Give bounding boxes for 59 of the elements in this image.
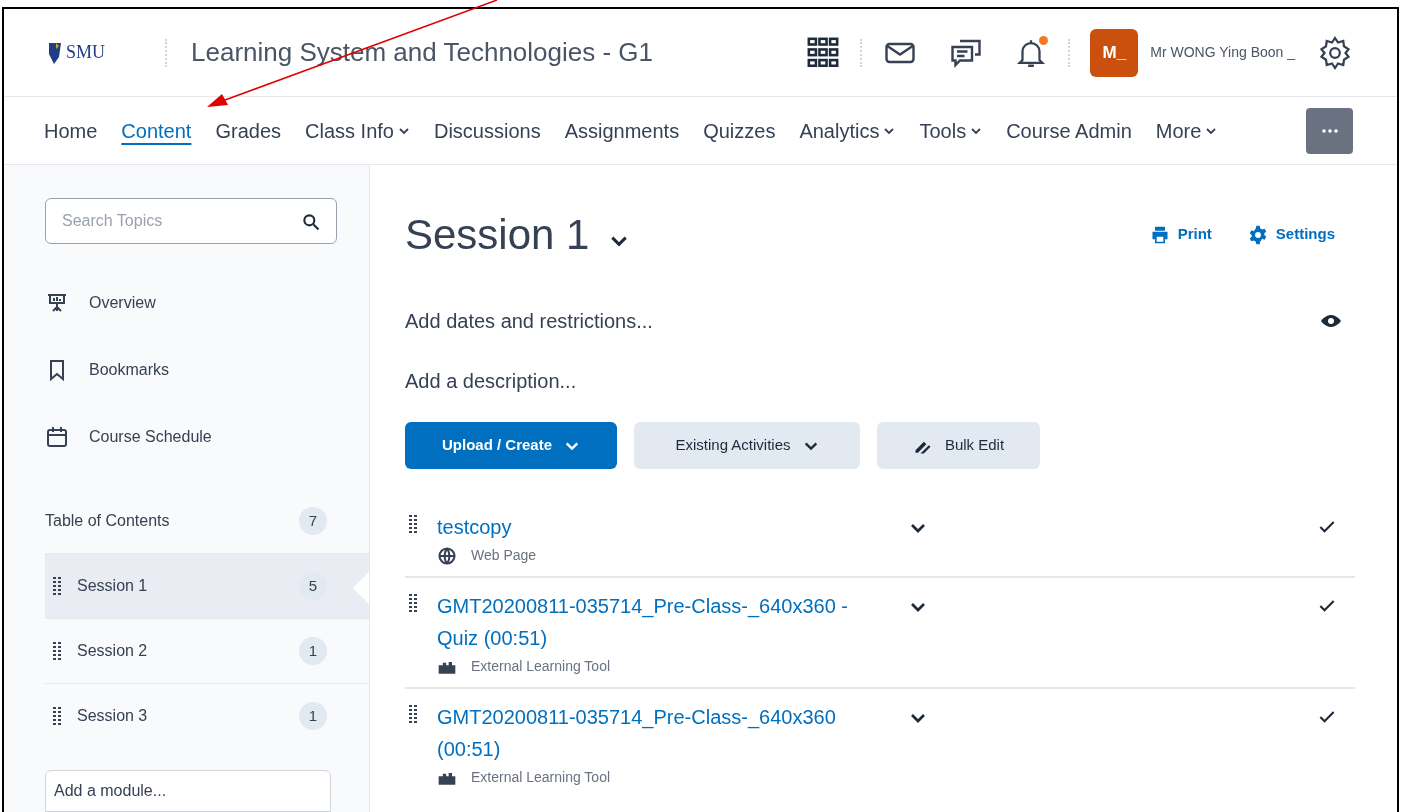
module-item[interactable]: Session 1 5 [45,552,369,618]
nav-tab[interactable]: Analytics [799,115,896,146]
drag-handle-icon[interactable] [409,594,417,612]
user-avatar[interactable]: M_ [1090,28,1139,77]
module-title: Session 3 [77,705,148,726]
module-title: Session 1 [77,575,148,596]
nav-tab[interactable]: Content [121,115,192,146]
drag-handle-icon[interactable] [409,705,417,723]
settings-link[interactable]: Settings [1247,223,1335,246]
settings-icon[interactable] [1317,34,1353,71]
sidebar-link[interactable]: Course Schedule [45,403,369,471]
item-type-label: External Learning Tool [471,768,611,787]
nav-tab[interactable]: Quizzes [703,115,776,146]
shield-icon [48,40,62,65]
dates-restrictions-link[interactable]: Add dates and restrictions... [405,306,653,336]
count-badge: 7 [299,506,327,535]
sidebar-link[interactable]: Overview [45,269,369,337]
globe-icon [437,545,457,566]
content-item-link[interactable]: GMT20200811-035714_Pre-Class-_640x360 (00:51) [437,701,877,765]
description-link[interactable]: Add a description... [405,370,577,392]
item-type-label: External Learning Tool [471,657,611,676]
sidebar-link[interactable]: Bookmarks [45,336,369,404]
drag-handle-icon[interactable] [53,641,61,660]
content-item-link[interactable]: testcopy [437,511,877,543]
ellipsis-icon [1321,128,1338,133]
drag-handle-icon[interactable] [53,706,61,725]
bulk-edit-button[interactable]: Bulk Edit [877,422,1040,469]
item-type-label: Web Page [471,546,537,565]
nav-tab[interactable]: Course Admin [1006,115,1132,146]
calendar-icon [45,425,69,450]
content-item-link[interactable]: GMT20200811-035714_Pre-Class-_640x360 - Quiz (00:51) [437,590,877,654]
nav-tab[interactable]: Assignments [564,115,680,146]
search-field[interactable]: Search Topics [45,198,337,244]
module-item[interactable]: Session 3 1 [45,682,369,748]
module-item[interactable]: Session 2 1 [45,617,369,683]
search-icon[interactable] [301,212,321,232]
nav-tab[interactable]: Class Info [305,115,410,146]
add-module-field[interactable]: Add a module... [45,769,331,812]
nav-tab[interactable]: More [1155,115,1218,146]
existing-activities-button[interactable]: Existing Activities [634,422,860,469]
user-name[interactable]: Mr WONG Ying Boon _ [1150,42,1295,63]
nav-tab[interactable]: Discussions [433,115,541,146]
toc-heading: Table of Contents [45,510,170,531]
gear-icon [1247,224,1268,245]
count-badge: 5 [299,571,327,600]
module-title-heading: Session 1 [405,210,590,260]
nav-tab[interactable]: Tools [919,115,983,146]
count-badge: 1 [299,636,327,665]
more-options-button[interactable] [1306,107,1353,154]
upload-create-button[interactable]: Upload / Create [405,422,617,469]
nav-tab[interactable]: Home [44,115,98,146]
app-grid-icon[interactable] [806,35,841,70]
university-logo[interactable]: SMU [48,39,105,66]
module-title: Session 2 [77,640,148,661]
drag-handle-icon[interactable] [409,515,417,533]
count-badge: 1 [299,701,327,730]
nav-tab[interactable]: Grades [215,115,281,146]
print-link[interactable]: Print [1149,223,1212,246]
drag-handle-icon[interactable] [53,576,61,595]
